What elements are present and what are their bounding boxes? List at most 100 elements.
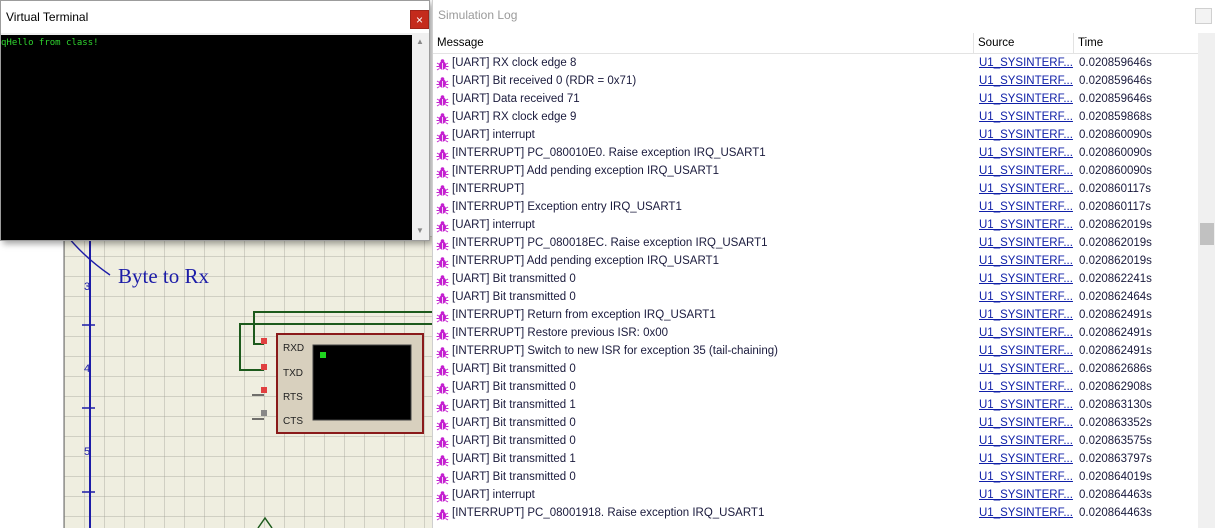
log-source-link[interactable]: U1_SYSINTERF... bbox=[979, 219, 1073, 231]
simulation-log-window[interactable]: Simulation Log Message Source Time [UART… bbox=[432, 0, 1215, 528]
log-scrollbar-thumb[interactable] bbox=[1200, 223, 1214, 245]
log-source-link[interactable]: U1_SYSINTERF... bbox=[979, 57, 1073, 69]
log-message: [UART] Bit received 0 (RDR = 0x71) bbox=[452, 75, 637, 87]
log-source-link[interactable]: U1_SYSINTERF... bbox=[979, 471, 1073, 483]
log-source-link[interactable]: U1_SYSINTERF... bbox=[979, 399, 1073, 411]
table-row[interactable]: [INTERRUPT] Switch to new ISR for except… bbox=[433, 343, 1198, 361]
log-message: [INTERRUPT] PC_08001918. Raise exception… bbox=[452, 507, 765, 519]
virtual-terminal-window[interactable]: Virtual Terminal × qHello from class! ▲ … bbox=[0, 0, 430, 241]
table-row[interactable]: [UART] interrupt U1_SYSINTERF... 0.0208600… bbox=[433, 127, 1198, 145]
log-source-link[interactable]: U1_SYSINTERF... bbox=[979, 453, 1073, 465]
virtual-terminal-component[interactable]: RXD TXD RTS CTS bbox=[261, 333, 424, 434]
column-header-time[interactable]: Time bbox=[1074, 33, 1198, 53]
table-row[interactable]: [UART] Bit transmitted 1 U1_SYSINTERF... 0… bbox=[433, 397, 1198, 415]
pin-cts-marker bbox=[261, 410, 267, 416]
scroll-up-icon[interactable]: ▲ bbox=[416, 37, 424, 46]
table-row[interactable]: [UART] Bit transmitted 0 U1_SYSINTERF... 0… bbox=[433, 379, 1198, 397]
log-message: [UART] Bit transmitted 0 bbox=[452, 381, 576, 393]
log-source-link[interactable]: U1_SYSINTERF... bbox=[979, 327, 1073, 339]
bug-icon bbox=[436, 455, 449, 467]
bug-icon bbox=[436, 509, 449, 521]
table-row[interactable]: [INTERRUPT] Add pending exception IRQ_US… bbox=[433, 253, 1198, 271]
log-source-link[interactable]: U1_SYSINTERF... bbox=[979, 237, 1073, 249]
table-row[interactable]: [UART] Bit received 0 (RDR = 0x71) U1_SYS… bbox=[433, 73, 1198, 91]
log-time: 0.020863130s bbox=[1079, 399, 1152, 411]
log-source-link[interactable]: U1_SYSINTERF... bbox=[979, 255, 1073, 267]
bug-icon bbox=[436, 329, 449, 341]
table-row[interactable]: [INTERRUPT] U1_SYSINTERF... 0.020860117s bbox=[433, 181, 1198, 199]
log-time: 0.020863797s bbox=[1079, 453, 1152, 465]
log-source-link[interactable]: U1_SYSINTERF... bbox=[979, 75, 1073, 87]
bug-icon bbox=[436, 59, 449, 71]
table-row[interactable]: [INTERRUPT] PC_080018EC. Raise exception… bbox=[433, 235, 1198, 253]
simulation-log-titlebar[interactable]: Simulation Log bbox=[433, 0, 1215, 32]
log-source-link[interactable]: U1_SYSINTERF... bbox=[979, 93, 1073, 105]
log-source-link[interactable]: U1_SYSINTERF... bbox=[979, 291, 1073, 303]
table-row[interactable]: [UART] RX clock edge 9 U1_SYSINTERF... 0.0… bbox=[433, 109, 1198, 127]
column-header-message[interactable]: Message bbox=[433, 33, 974, 53]
close-button[interactable]: × bbox=[410, 10, 429, 29]
terminal-screen[interactable]: qHello from class! bbox=[1, 35, 412, 240]
table-row[interactable]: [INTERRUPT] Restore previous ISR: 0x00 U1… bbox=[433, 325, 1198, 343]
simulation-log-title: Simulation Log bbox=[438, 8, 518, 22]
log-time: 0.020862464s bbox=[1079, 291, 1152, 303]
table-row[interactable]: [UART] interrupt U1_SYSINTERF... 0.0208644… bbox=[433, 487, 1198, 505]
bug-icon bbox=[436, 149, 449, 161]
virtual-terminal-title: Virtual Terminal bbox=[6, 10, 89, 24]
column-header-source[interactable]: Source bbox=[974, 33, 1074, 53]
table-row[interactable]: [INTERRUPT] Exception entry IRQ_USART1 U1… bbox=[433, 199, 1198, 217]
ruler-mark-5: 5 bbox=[84, 446, 90, 458]
log-message: [UART] interrupt bbox=[452, 219, 535, 231]
table-row[interactable]: [INTERRUPT] PC_080010E0. Raise exception… bbox=[433, 145, 1198, 163]
log-source-link[interactable]: U1_SYSINTERF... bbox=[979, 309, 1073, 321]
log-source-link[interactable]: U1_SYSINTERF... bbox=[979, 147, 1073, 159]
bug-icon bbox=[436, 185, 449, 197]
pin-rxd-label: RXD bbox=[283, 343, 304, 354]
table-row[interactable]: [UART] Data received 71 U1_SYSINTERF... 0.… bbox=[433, 91, 1198, 109]
log-time: 0.020860090s bbox=[1079, 165, 1152, 177]
log-source-link[interactable]: U1_SYSINTERF... bbox=[979, 111, 1073, 123]
log-header: Message Source Time bbox=[433, 33, 1198, 54]
log-source-link[interactable]: U1_SYSINTERF... bbox=[979, 489, 1073, 501]
log-source-link[interactable]: U1_SYSINTERF... bbox=[979, 363, 1073, 375]
log-source-link[interactable]: U1_SYSINTERF... bbox=[979, 273, 1073, 285]
bug-icon bbox=[436, 365, 449, 377]
log-message: [INTERRUPT] PC_080010E0. Raise exception… bbox=[452, 147, 766, 159]
table-row[interactable]: [INTERRUPT] Add pending exception IRQ_US… bbox=[433, 163, 1198, 181]
log-source-link[interactable]: U1_SYSINTERF... bbox=[979, 129, 1073, 141]
log-time: 0.020862491s bbox=[1079, 309, 1152, 321]
table-row[interactable]: [UART] Bit transmitted 0 U1_SYSINTERF... 0… bbox=[433, 289, 1198, 307]
log-scrollbar[interactable] bbox=[1198, 33, 1215, 528]
log-source-link[interactable]: U1_SYSINTERF... bbox=[979, 381, 1073, 393]
ruler-mark-4: 4 bbox=[84, 363, 90, 375]
log-source-link[interactable]: U1_SYSINTERF... bbox=[979, 201, 1073, 213]
log-source-link[interactable]: U1_SYSINTERF... bbox=[979, 417, 1073, 429]
log-time: 0.020860117s bbox=[1079, 183, 1152, 195]
table-row[interactable]: [UART] Bit transmitted 0 U1_SYSINTERF... 0… bbox=[433, 361, 1198, 379]
close-button[interactable] bbox=[1195, 8, 1212, 24]
log-message: [INTERRUPT] Return from exception IRQ_US… bbox=[452, 309, 716, 321]
log-message: [UART] RX clock edge 8 bbox=[452, 57, 577, 69]
table-row[interactable]: [UART] Bit transmitted 0 U1_SYSINTERF... 0… bbox=[433, 271, 1198, 289]
table-row[interactable]: [UART] Bit transmitted 0 U1_SYSINTERF... 0… bbox=[433, 433, 1198, 451]
terminal-scrollbar[interactable]: ▲ ▼ bbox=[412, 35, 429, 240]
bug-icon bbox=[436, 275, 449, 287]
table-row[interactable]: [INTERRUPT] Return from exception IRQ_US… bbox=[433, 307, 1198, 325]
log-message: [UART] Bit transmitted 0 bbox=[452, 435, 576, 447]
scroll-down-icon[interactable]: ▼ bbox=[416, 226, 424, 235]
log-source-link[interactable]: U1_SYSINTERF... bbox=[979, 435, 1073, 447]
table-row[interactable]: [UART] interrupt U1_SYSINTERF... 0.0208620… bbox=[433, 217, 1198, 235]
table-row[interactable]: [UART] Bit transmitted 0 U1_SYSINTERF... 0… bbox=[433, 469, 1198, 487]
log-source-link[interactable]: U1_SYSINTERF... bbox=[979, 345, 1073, 357]
table-row[interactable]: [UART] Bit transmitted 0 U1_SYSINTERF... 0… bbox=[433, 415, 1198, 433]
bug-icon bbox=[436, 113, 449, 125]
log-time: 0.020862491s bbox=[1079, 327, 1152, 339]
log-source-link[interactable]: U1_SYSINTERF... bbox=[979, 183, 1073, 195]
log-source-link[interactable]: U1_SYSINTERF... bbox=[979, 507, 1073, 519]
virtual-terminal-titlebar[interactable]: Virtual Terminal × bbox=[1, 1, 429, 33]
table-row[interactable]: [UART] RX clock edge 8 U1_SYSINTERF... 0.0… bbox=[433, 55, 1198, 73]
log-time: 0.020864463s bbox=[1079, 489, 1152, 501]
log-source-link[interactable]: U1_SYSINTERF... bbox=[979, 165, 1073, 177]
table-row[interactable]: [INTERRUPT] PC_08001918. Raise exception… bbox=[433, 505, 1198, 523]
table-row[interactable]: [UART] Bit transmitted 1 U1_SYSINTERF... 0… bbox=[433, 451, 1198, 469]
